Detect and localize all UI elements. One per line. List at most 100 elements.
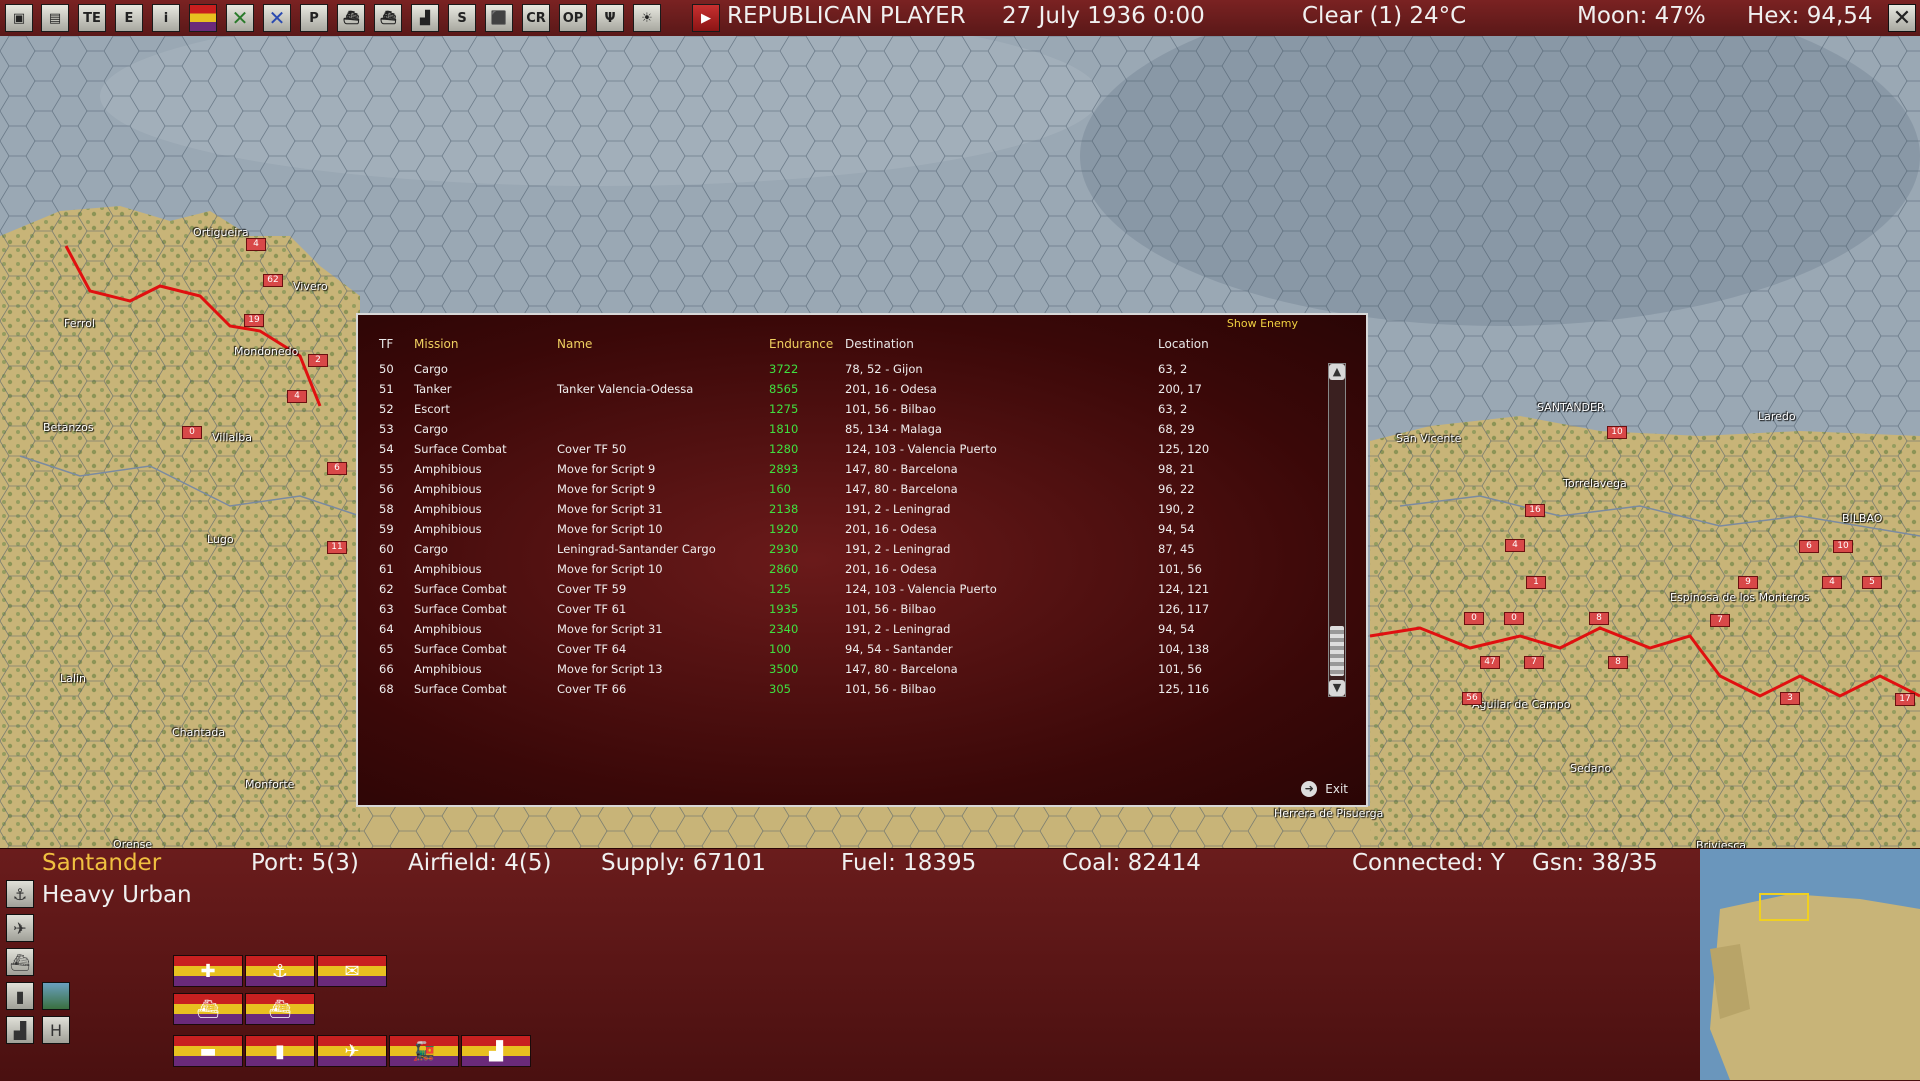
land-icon[interactable]: ✕ <box>226 4 254 32</box>
header-location[interactable]: Location <box>1158 337 1209 351</box>
unit-counter[interactable]: 6 <box>327 462 347 475</box>
task-force-row[interactable]: 56 Amphibious Move for Script 9 160 147, 80 … <box>358 479 1318 499</box>
ship2-icon[interactable]: ⛴ <box>374 4 402 32</box>
hq-icon[interactable]: ▟ <box>6 1016 34 1044</box>
unit-counter[interactable]: 62 <box>263 274 283 287</box>
header-destination[interactable]: Destination <box>845 337 914 351</box>
unit-counter[interactable]: 10 <box>1833 540 1853 553</box>
scrollbar[interactable]: ▲ ▼ <box>1328 363 1346 697</box>
save-icon[interactable]: ▣ <box>5 4 33 32</box>
task-force-row[interactable]: 68 Surface Combat Cover TF 66 305 101, 56 - … <box>358 679 1318 699</box>
cr-icon[interactable]: CR <box>522 4 550 32</box>
unit-counter[interactable]: 6 <box>1799 540 1819 553</box>
unit-counter[interactable]: 5 <box>1862 576 1882 589</box>
task-force-row[interactable]: 64 Amphibious Move for Script 31 2340 191, 2… <box>358 619 1318 639</box>
naval-base-counter[interactable]: ⚓ <box>245 955 315 987</box>
minimap[interactable] <box>1700 849 1920 1080</box>
row-tf: 68 <box>379 682 394 696</box>
close-button[interactable]: ✕ <box>1888 4 1916 32</box>
te-icon[interactable]: TE <box>78 4 106 32</box>
unit-counter[interactable]: 16 <box>1525 504 1545 517</box>
end-turn-button[interactable]: ▶ <box>692 4 720 32</box>
header-tf[interactable]: TF <box>379 337 393 351</box>
unit-counter[interactable]: 0 <box>1464 612 1484 625</box>
unit-counter[interactable]: 19 <box>244 314 264 327</box>
aircraft-counter[interactable]: ✈ <box>317 1035 387 1067</box>
unit-counter[interactable]: 2 <box>308 354 328 367</box>
flag2-icon[interactable]: P <box>300 4 328 32</box>
air-unit-counter[interactable]: ✚ <box>173 955 243 987</box>
unit-counter[interactable]: 4 <box>287 390 307 403</box>
factory-icon[interactable]: ▟ <box>411 4 439 32</box>
task-force-row[interactable]: 65 Surface Combat Cover TF 64 100 94, 54 - S… <box>358 639 1318 659</box>
flag-icon[interactable]: ▮ <box>6 982 34 1010</box>
unit-counter[interactable]: 17 <box>1895 693 1915 706</box>
ship-icon[interactable]: ⛴ <box>337 4 365 32</box>
row-name: Move for Script 9 <box>557 462 656 476</box>
warship-counter[interactable]: ⛴ <box>173 993 243 1025</box>
task-force-row[interactable]: 60 Cargo Leningrad-Santander Cargo 2930 191,… <box>358 539 1318 559</box>
factory-counter[interactable]: ▟ <box>461 1035 531 1067</box>
op-icon[interactable]: OP <box>559 4 587 32</box>
map-mini-icon[interactable] <box>42 982 70 1010</box>
task-force-row[interactable]: 63 Surface Combat Cover TF 61 1935 101, 56 -… <box>358 599 1318 619</box>
unit-counter[interactable]: 1 <box>1526 576 1546 589</box>
header-name[interactable]: Name <box>557 337 592 351</box>
weather-icon[interactable]: ☀ <box>633 4 661 32</box>
ship-icon[interactable]: ⛴ <box>6 948 34 976</box>
warship-counter[interactable]: ⛴ <box>245 993 315 1025</box>
anchor-icon[interactable]: ⚓ <box>6 880 34 908</box>
row-destination: 147, 80 - Barcelona <box>845 462 958 476</box>
unit-counter[interactable]: 4 <box>1505 539 1525 552</box>
airfield-label: Airfield: 4(5) <box>408 850 552 876</box>
unit-counter[interactable]: 4 <box>246 238 266 251</box>
task-force-row[interactable]: 50 Cargo 3722 78, 52 - Gijon 63, 2 <box>358 359 1318 379</box>
unit-counter[interactable]: 10 <box>1607 426 1627 439</box>
show-enemy-button[interactable]: Show Enemy <box>1227 317 1298 330</box>
task-force-row[interactable]: 55 Amphibious Move for Script 9 2893 147, 80… <box>358 459 1318 479</box>
scroll-down-icon[interactable]: ▼ <box>1329 680 1345 696</box>
supply-icon[interactable]: S <box>448 4 476 32</box>
task-force-row[interactable]: 54 Surface Combat Cover TF 50 1280 124, 103 … <box>358 439 1318 459</box>
antenna-icon[interactable]: Ψ <box>596 4 624 32</box>
row-endurance: 1920 <box>769 522 799 536</box>
unit-counter[interactable]: 7 <box>1524 656 1544 669</box>
unit-counter[interactable]: 11 <box>327 541 347 554</box>
infantry-counter[interactable]: ▮ <box>245 1035 315 1067</box>
unit-counter[interactable]: 8 <box>1608 656 1628 669</box>
flag-icon[interactable] <box>189 4 217 32</box>
task-force-row[interactable]: 51 Tanker Tanker Valencia-Odessa 8565 201, 1… <box>358 379 1318 399</box>
unit-counter[interactable]: 0 <box>182 426 202 439</box>
artillery-counter[interactable]: ▬ <box>173 1035 243 1067</box>
save-as-icon[interactable]: ▤ <box>41 4 69 32</box>
scroll-thumb[interactable] <box>1330 626 1344 676</box>
unit-counter[interactable]: 0 <box>1504 612 1524 625</box>
header-endurance[interactable]: Endurance <box>769 337 833 351</box>
unit-counter[interactable]: 9 <box>1738 576 1758 589</box>
task-force-row[interactable]: 59 Amphibious Move for Script 10 1920 201, 1… <box>358 519 1318 539</box>
task-force-row[interactable]: 66 Amphibious Move for Script 13 3500 147, 8… <box>358 659 1318 679</box>
info-icon[interactable]: i <box>152 4 180 32</box>
task-force-row[interactable]: 53 Cargo 1810 85, 134 - Malaga 68, 29 <box>358 419 1318 439</box>
task-force-row[interactable]: 62 Surface Combat Cover TF 59 125 124, 103 -… <box>358 579 1318 599</box>
unit-counter[interactable]: 7 <box>1710 614 1730 627</box>
task-force-row[interactable]: 52 Escort 1275 101, 56 - Bilbao 63, 2 <box>358 399 1318 419</box>
task-force-row[interactable]: 58 Amphibious Move for Script 31 2138 191, 2… <box>358 499 1318 519</box>
unit-counter[interactable]: 47 <box>1480 656 1500 669</box>
scroll-up-icon[interactable]: ▲ <box>1329 364 1345 380</box>
supply-counter[interactable]: ✉ <box>317 955 387 987</box>
unit-counter[interactable]: 4 <box>1822 576 1842 589</box>
e-icon[interactable]: E <box>115 4 143 32</box>
unit-counter[interactable]: 3 <box>1780 692 1800 705</box>
air-icon[interactable]: ✕ <box>263 4 291 32</box>
task-force-row[interactable]: 61 Amphibious Move for Script 10 2860 201, 1… <box>358 559 1318 579</box>
unit-counter[interactable]: 8 <box>1589 612 1609 625</box>
map-icon[interactable]: ⬛ <box>485 4 513 32</box>
header-mission[interactable]: Mission <box>414 337 458 351</box>
exit-button[interactable]: ➜ Exit <box>1301 781 1348 797</box>
h-button[interactable]: H <box>42 1016 70 1044</box>
train-counter[interactable]: 🚂 <box>389 1035 459 1067</box>
row-mission: Amphibious <box>414 482 482 496</box>
unit-counter[interactable]: 56 <box>1462 692 1482 705</box>
plane-icon[interactable]: ✈ <box>6 914 34 942</box>
